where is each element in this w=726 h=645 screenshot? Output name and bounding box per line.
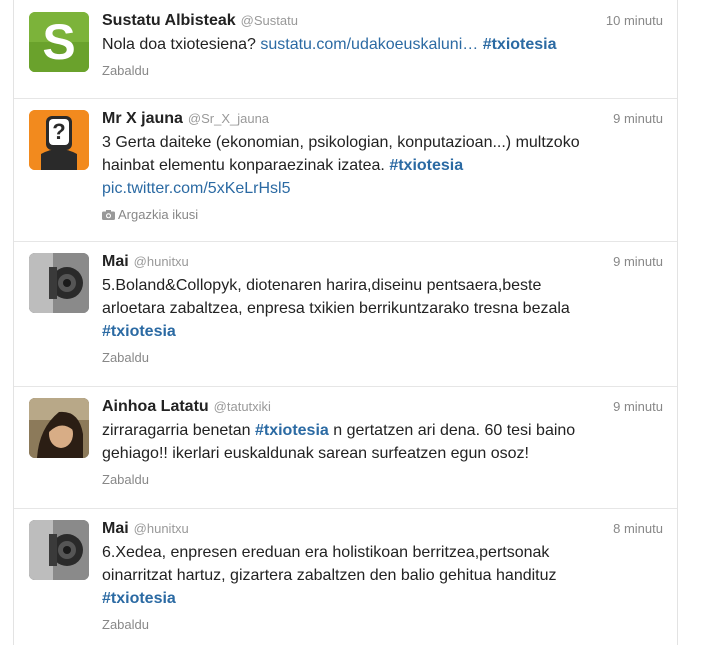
avatar-letter: S bbox=[42, 14, 76, 70]
camera-icon bbox=[102, 210, 115, 220]
portrait-photo-avatar-icon bbox=[29, 398, 89, 458]
tweet-timestamp[interactable]: 9 minutu bbox=[613, 108, 663, 130]
tweet-item[interactable]: Mai @hunitxu 9 minutu 5.Boland&Collopyk, … bbox=[14, 241, 677, 387]
user-handle[interactable]: @hunitxu bbox=[134, 521, 189, 536]
user-fullname[interactable]: Mr X jauna bbox=[102, 110, 183, 127]
view-photo-link[interactable]: Argazkia ikusi bbox=[102, 206, 663, 224]
tweet-header: Ainhoa Latatu @tatutxiki 9 minutu bbox=[102, 396, 663, 418]
avatar[interactable] bbox=[29, 520, 89, 580]
avatar[interactable]: ? bbox=[29, 110, 89, 170]
hashtag-link[interactable]: #txiotesia bbox=[483, 36, 557, 53]
tweet-text-segment: zirraragarria benetan bbox=[102, 422, 251, 439]
user-handle[interactable]: @Sr_X_jauna bbox=[188, 111, 269, 126]
tweet-timestamp[interactable]: 9 minutu bbox=[613, 251, 663, 273]
tweet-text-line: 5.Boland&Collopyk, diotenaren harira,dis… bbox=[102, 277, 542, 294]
tweet-text-line: 3 Gerta daiteke (ekonomian, psikologian,… bbox=[102, 134, 580, 151]
hashtag-link[interactable]: #txiotesia bbox=[102, 320, 663, 343]
tweet-text-line: gehiago!! ikerlari euskaldunak sarean su… bbox=[102, 445, 529, 462]
tweet-text: Nola doa txiotesiena? sustatu.com/udakoe… bbox=[102, 33, 663, 56]
tweet-item[interactable]: Mai @hunitxu 8 minutu 6.Xedea, enpresen e… bbox=[14, 508, 677, 645]
tweet-link[interactable]: sustatu.com/udakoeuskaluni… bbox=[260, 36, 478, 53]
tweet-text: 5.Boland&Collopyk, diotenaren harira,dis… bbox=[102, 274, 663, 343]
tweet-header: Mai @hunitxu 9 minutu bbox=[102, 251, 663, 273]
expand-link[interactable]: Zabaldu bbox=[102, 62, 663, 80]
expand-link[interactable]: Zabaldu bbox=[102, 349, 663, 367]
hashtag-link[interactable]: #txiotesia bbox=[255, 422, 329, 439]
hashtag-link[interactable]: #txiotesia bbox=[389, 157, 463, 174]
tweet-timestamp[interactable]: 9 minutu bbox=[613, 396, 663, 418]
avatar-letter: ? bbox=[52, 119, 66, 144]
view-photo-label: Argazkia ikusi bbox=[118, 207, 199, 222]
tweet-text: 6.Xedea, enpresen ereduan era holistikoa… bbox=[102, 541, 663, 610]
hashtag-link[interactable]: #txiotesia bbox=[102, 587, 663, 610]
avatar[interactable] bbox=[29, 253, 89, 313]
photo-link[interactable]: pic.twitter.com/5xKeLrHsl5 bbox=[102, 177, 663, 200]
user-fullname[interactable]: Ainhoa Latatu bbox=[102, 398, 209, 415]
tweet-item[interactable]: ? Mr X jauna @Sr_X_jauna 9 minutu 3 Gerta… bbox=[14, 98, 677, 242]
expand-link[interactable]: Zabaldu bbox=[102, 616, 663, 634]
tweet-timestamp[interactable]: 10 minutu bbox=[606, 10, 663, 32]
tweet-item[interactable]: S Sustatu Albisteak @Sustatu 10 minutu No… bbox=[14, 0, 677, 99]
tweet-text-line: arloetara zabaltzea, enpresa txikien ber… bbox=[102, 300, 570, 317]
expand-link[interactable]: Zabaldu bbox=[102, 471, 663, 489]
avatar[interactable] bbox=[29, 398, 89, 458]
user-fullname[interactable]: Sustatu Albisteak bbox=[102, 12, 236, 29]
avatar[interactable]: S bbox=[29, 12, 89, 72]
tweet-header: Mr X jauna @Sr_X_jauna 9 minutu bbox=[102, 108, 663, 130]
tweet-text-segment: n gertatzen ari dena. 60 tesi baino bbox=[333, 422, 576, 439]
tweet-timeline: S Sustatu Albisteak @Sustatu 10 minutu No… bbox=[13, 0, 678, 645]
user-handle[interactable]: @Sustatu bbox=[241, 13, 298, 28]
tweet-text-line: oinarritzat hartuz, gizartera zabaltzen … bbox=[102, 567, 557, 584]
tweet-item[interactable]: Ainhoa Latatu @tatutxiki 9 minutu zirrara… bbox=[14, 386, 677, 509]
tweet-text-line: 6.Xedea, enpresen ereduan era holistikoa… bbox=[102, 544, 550, 561]
tweet-text: zirraragarria benetan #txiotesia n gerta… bbox=[102, 419, 663, 465]
user-fullname[interactable]: Mai bbox=[102, 253, 129, 270]
tweet-header: Sustatu Albisteak @Sustatu 10 minutu bbox=[102, 10, 663, 32]
camera-photo-avatar-icon bbox=[29, 253, 89, 313]
user-handle[interactable]: @hunitxu bbox=[134, 254, 189, 269]
user-fullname[interactable]: Mai bbox=[102, 520, 129, 537]
tweet-header: Mai @hunitxu 8 minutu bbox=[102, 518, 663, 540]
user-handle[interactable]: @tatutxiki bbox=[214, 399, 271, 414]
tweet-text-segment: hainbat elementu konparaezinak izatea. bbox=[102, 157, 385, 174]
camera-photo-avatar-icon bbox=[29, 520, 89, 580]
tweet-timestamp[interactable]: 8 minutu bbox=[613, 518, 663, 540]
tweet-text-segment: Nola doa txiotesiena? bbox=[102, 36, 256, 53]
tweet-text: 3 Gerta daiteke (ekonomian, psikologian,… bbox=[102, 131, 663, 200]
